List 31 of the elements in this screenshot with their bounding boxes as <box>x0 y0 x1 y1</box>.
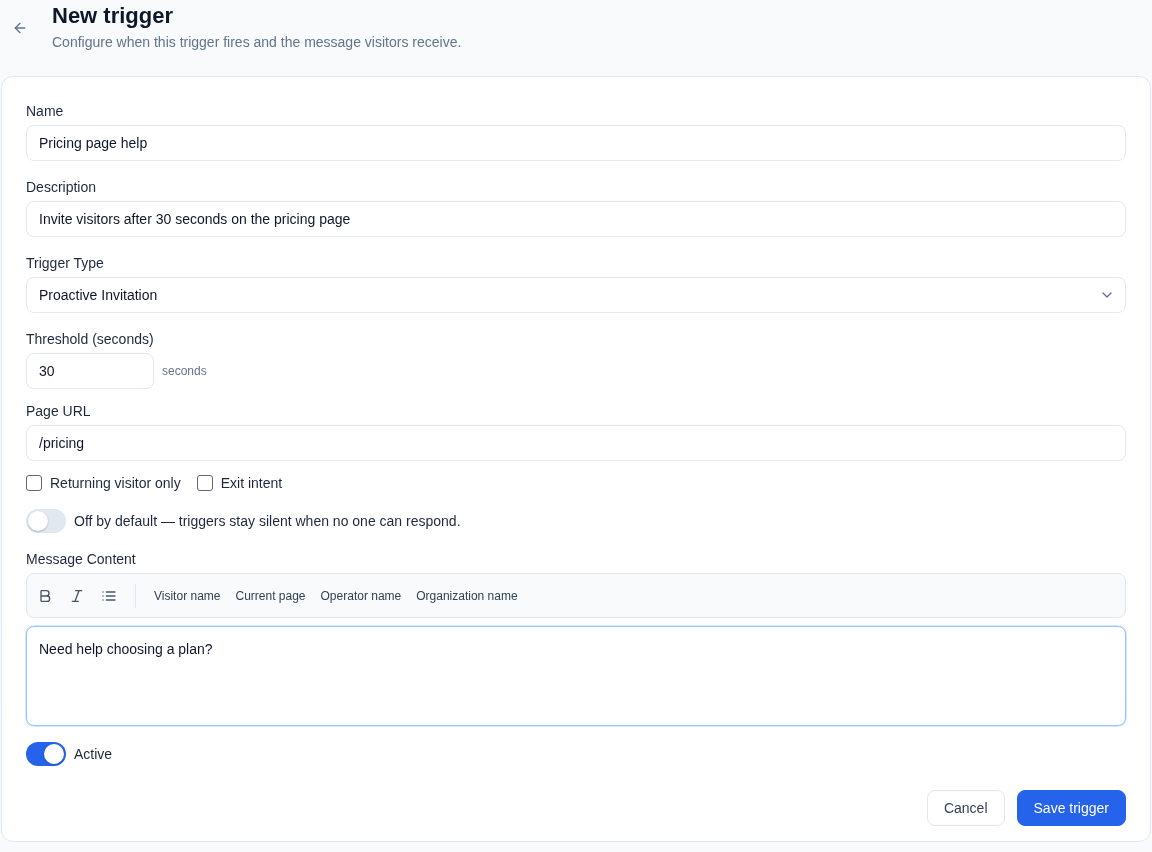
save-button[interactable]: Save trigger <box>1016 790 1126 826</box>
text-input[interactable]: Pricing page help <box>26 125 1126 161</box>
variable-button[interactable]: Organization name <box>410 583 524 608</box>
toggle-label: Active <box>74 745 113 764</box>
variable-button[interactable]: Current page <box>229 583 312 608</box>
text-input[interactable]: Invite visitors after 30 seconds on the pricing page <box>26 201 1126 237</box>
checkbox[interactable] <box>196 475 213 491</box>
unit-label: seconds <box>162 364 207 378</box>
message-textarea[interactable]: Need help choosing a plan? <box>26 626 1126 726</box>
variable-button[interactable]: Operator name <box>314 583 408 608</box>
page-title: New trigger <box>52 2 175 30</box>
toggle-label: Off by default — triggers stay silent when no one can respond. <box>74 512 461 531</box>
cancel-button[interactable]: Cancel <box>926 790 1005 826</box>
field-label: Description <box>26 178 98 197</box>
toggle-switch[interactable] <box>26 509 66 533</box>
field-label: Message Content <box>26 550 137 569</box>
text-input[interactable]: /pricing <box>26 425 1126 461</box>
field-label: Page URL <box>26 402 92 421</box>
field-label: Name <box>26 102 65 121</box>
bold-icon <box>37 587 53 604</box>
variable-button[interactable]: Visitor name <box>148 583 227 608</box>
field-label: Threshold (seconds) <box>26 330 155 349</box>
checkbox-label: Returning visitor only <box>50 474 181 493</box>
page-subtitle: Configure when this trigger fires and the message visitors receive. <box>52 33 462 52</box>
checkbox[interactable] <box>26 475 42 491</box>
checkbox-label: Exit intent <box>220 474 283 493</box>
number-input[interactable]: 30 <box>26 353 154 389</box>
field-label: Trigger Type <box>26 254 105 273</box>
italic-icon <box>69 587 85 604</box>
select-field[interactable]: Proactive Invitation <box>26 277 1126 313</box>
toggle-switch[interactable] <box>26 742 66 766</box>
